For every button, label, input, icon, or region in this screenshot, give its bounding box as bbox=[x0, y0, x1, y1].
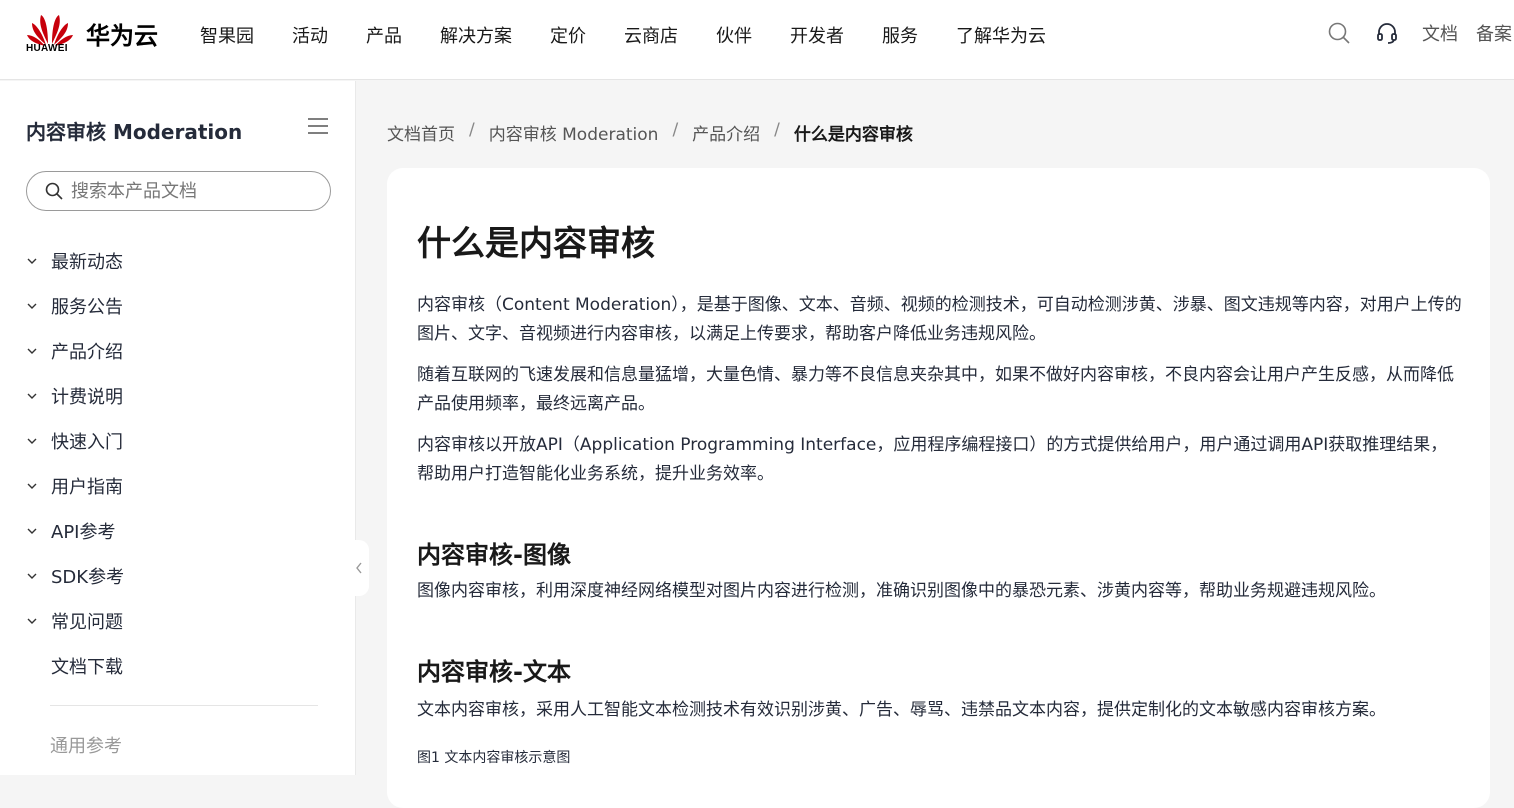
sidebar-item-label: API参考 bbox=[51, 521, 116, 543]
nav-item[interactable]: 伙伴 bbox=[716, 22, 752, 48]
sidebar-item[interactable]: 常见问题 bbox=[26, 598, 326, 643]
breadcrumb-item[interactable]: 内容审核 Moderation bbox=[489, 120, 659, 145]
search-icon[interactable] bbox=[1326, 20, 1352, 46]
article-paragraph: 随着互联网的飞速发展和信息量猛增，大量色情、暴力等不良信息夹杂其中，如果不做好内… bbox=[417, 365, 1454, 414]
breadcrumb-separator: / bbox=[672, 120, 679, 140]
sidebar-item-label: 服务公告 bbox=[51, 296, 123, 318]
nav-item[interactable]: 定价 bbox=[550, 22, 586, 48]
section-text: 图像内容审核，利用深度神经网络模型对图片内容进行检测，准确识别图像中的暴恐元素、… bbox=[417, 581, 1386, 601]
nav-item[interactable]: 活动 bbox=[292, 22, 328, 48]
main-nav: 智果园 活动 产品 解决方案 定价 云商店 伙伴 开发者 服务 了解华为云 bbox=[200, 22, 1084, 48]
chevron-down-icon bbox=[26, 525, 38, 537]
search-icon bbox=[45, 182, 63, 200]
breadcrumb: 文档首页 / 内容审核 Moderation / 产品介绍 / 什么是内容审核 bbox=[387, 120, 913, 145]
search-input[interactable] bbox=[71, 180, 311, 202]
section-heading: 内容审核-文本 bbox=[417, 658, 571, 686]
sidebar-collapse-button[interactable] bbox=[349, 540, 369, 596]
sidebar-search[interactable] bbox=[26, 171, 331, 211]
top-navbar: HUAWEI 华为云 智果园 活动 产品 解决方案 定价 云商店 伙伴 开发者 … bbox=[0, 0, 1514, 80]
article-card: 什么是内容审核 内容审核（Content Moderation），是基于图像、文… bbox=[387, 168, 1490, 808]
breadcrumb-current: 什么是内容审核 bbox=[793, 125, 913, 145]
sidebar-item[interactable]: 服务公告 bbox=[26, 283, 326, 328]
article-paragraph: 内容审核以开放API（Application Programming Inter… bbox=[417, 435, 1448, 484]
sidebar-item[interactable]: SDK参考 bbox=[26, 553, 326, 598]
sidebar-footer-item[interactable]: 通用参考 bbox=[50, 732, 122, 758]
sidebar-item[interactable]: 用户指南 bbox=[26, 463, 326, 508]
sidebar-item-label: 文档下载 bbox=[51, 656, 123, 678]
chevron-down-icon bbox=[26, 255, 38, 267]
sidebar-item-label: 快速入门 bbox=[51, 431, 123, 453]
breadcrumb-separator: / bbox=[469, 120, 475, 140]
headset-icon[interactable] bbox=[1374, 20, 1400, 46]
sidebar-item[interactable]: 文档下载 bbox=[26, 643, 326, 688]
breadcrumb-item[interactable]: 文档首页 bbox=[387, 120, 455, 145]
nav-item[interactable]: 开发者 bbox=[790, 22, 844, 48]
page-title: 什么是内容审核 bbox=[417, 224, 655, 264]
sidebar: 内容审核 Moderation 最新动态 服务公告 产品介绍 计费说明 快速入门 bbox=[0, 81, 356, 775]
docs-link[interactable]: 文档 bbox=[1422, 20, 1458, 46]
nav-item[interactable]: 了解华为云 bbox=[956, 22, 1046, 48]
chevron-down-icon bbox=[26, 570, 38, 582]
chevron-down-icon bbox=[26, 435, 38, 447]
header-actions: 文档 备案 bbox=[1326, 20, 1514, 46]
sidebar-title: 内容审核 Moderation bbox=[26, 120, 243, 144]
breadcrumb-separator: / bbox=[774, 120, 780, 140]
brand-name[interactable]: 华为云 bbox=[86, 16, 158, 51]
article-paragraph: 内容审核（Content Moderation），是基于图像、文本、音频、视频的… bbox=[417, 295, 1462, 344]
chevron-down-icon bbox=[26, 480, 38, 492]
sidebar-item[interactable]: API参考 bbox=[26, 508, 326, 553]
sidebar-item[interactable]: 最新动态 bbox=[26, 238, 326, 283]
filing-link[interactable]: 备案 bbox=[1476, 20, 1514, 46]
nav-item[interactable]: 智果园 bbox=[200, 22, 254, 48]
figure-caption: 图1 文本内容审核示意图 bbox=[417, 750, 571, 766]
sidebar-item[interactable]: 产品介绍 bbox=[26, 328, 326, 373]
sidebar-item-label: 最新动态 bbox=[51, 251, 123, 273]
menu-icon[interactable] bbox=[308, 117, 328, 135]
sidebar-divider bbox=[50, 705, 318, 706]
sidebar-item[interactable]: 快速入门 bbox=[26, 418, 326, 463]
sidebar-item-label: 产品介绍 bbox=[51, 341, 123, 363]
nav-item[interactable]: 产品 bbox=[366, 22, 402, 48]
sidebar-item[interactable]: 计费说明 bbox=[26, 373, 326, 418]
chevron-left-icon bbox=[356, 562, 362, 574]
nav-item[interactable]: 解决方案 bbox=[440, 22, 512, 48]
breadcrumb-item[interactable]: 产品介绍 bbox=[692, 120, 760, 145]
section-text: 文本内容审核，采用人工智能文本检测技术有效识别涉黄、广告、辱骂、违禁品文本内容，… bbox=[417, 700, 1386, 720]
nav-item[interactable]: 服务 bbox=[882, 22, 918, 48]
section-heading: 内容审核-图像 bbox=[417, 541, 571, 569]
sidebar-item-label: 用户指南 bbox=[51, 476, 123, 498]
logo-wordmark: HUAWEI bbox=[26, 43, 68, 54]
nav-item[interactable]: 云商店 bbox=[624, 22, 678, 48]
sidebar-nav: 最新动态 服务公告 产品介绍 计费说明 快速入门 用户指南 API参考 SDK参… bbox=[26, 238, 326, 688]
sidebar-item-label: 常见问题 bbox=[51, 611, 123, 633]
chevron-down-icon bbox=[26, 615, 38, 627]
chevron-down-icon bbox=[26, 300, 38, 312]
sidebar-item-label: 计费说明 bbox=[51, 386, 123, 408]
chevron-down-icon bbox=[26, 390, 38, 402]
chevron-down-icon bbox=[26, 345, 38, 357]
sidebar-item-label: SDK参考 bbox=[51, 566, 125, 588]
